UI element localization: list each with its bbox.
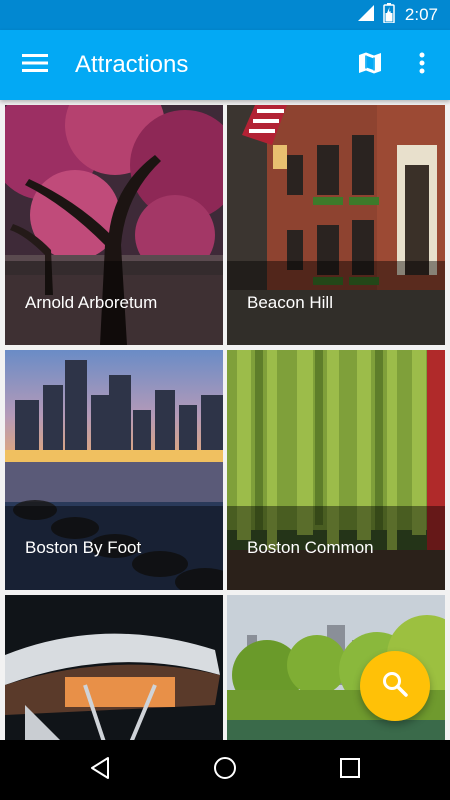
home-icon <box>213 756 237 785</box>
attraction-name: Boston By Foot <box>25 538 142 557</box>
map-button[interactable] <box>348 43 392 87</box>
search-fab[interactable] <box>360 651 430 721</box>
attraction-card-arnold-arboretum[interactable]: Arnold Arboretum <box>5 105 223 345</box>
battery-icon <box>383 2 395 28</box>
attraction-card-boston-by-foot[interactable]: Boston By Foot <box>5 350 223 590</box>
attractions-grid: Arnold Arboretum Beacon Hill Boston By F… <box>0 100 450 740</box>
back-button[interactable] <box>55 740 145 800</box>
attraction-card-5[interactable] <box>5 595 223 740</box>
more-options-button[interactable] <box>400 43 444 87</box>
recents-button[interactable] <box>305 740 395 800</box>
menu-button[interactable] <box>13 43 57 87</box>
attraction-image <box>5 595 223 740</box>
status-bar: 2:07 <box>0 0 450 30</box>
signal-icon <box>357 4 375 27</box>
status-icons: 2:07 <box>357 0 438 30</box>
search-icon <box>382 671 408 702</box>
attraction-name: Beacon Hill <box>247 293 333 312</box>
app-bar: Attractions <box>0 30 450 100</box>
attraction-name: Boston Common <box>247 538 374 557</box>
back-icon <box>89 756 111 785</box>
menu-icon <box>22 53 48 78</box>
recents-icon <box>339 757 361 784</box>
home-button[interactable] <box>180 740 270 800</box>
attraction-card-boston-common[interactable]: Boston Common <box>227 350 445 590</box>
attraction-card-beacon-hill[interactable]: Beacon Hill <box>227 105 445 345</box>
page-title: Attractions <box>75 51 189 78</box>
attraction-name: Arnold Arboretum <box>25 293 158 312</box>
map-icon <box>358 51 382 80</box>
status-time: 2:07 <box>404 5 438 24</box>
navigation-bar <box>0 740 450 800</box>
more-vert-icon <box>419 52 425 79</box>
